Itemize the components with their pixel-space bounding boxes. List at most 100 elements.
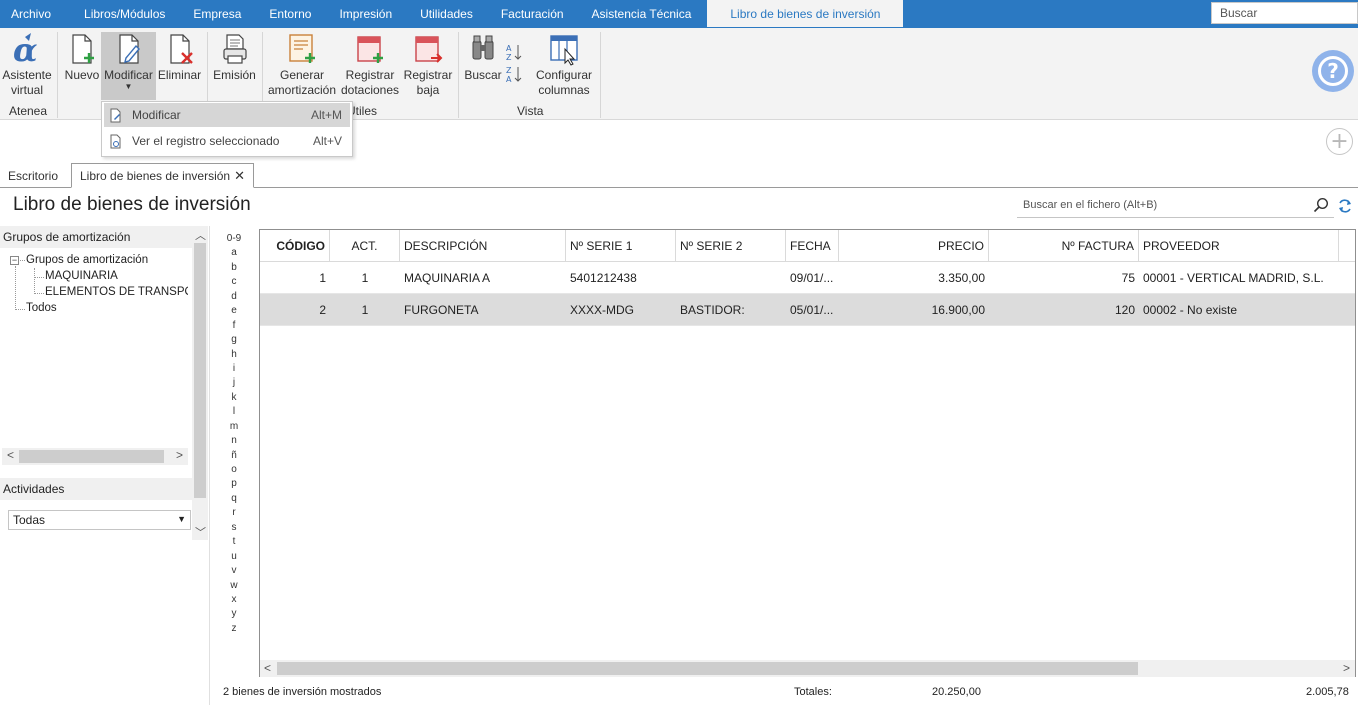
generar-amortizacion-button[interactable]: Generar amortización [268,31,336,98]
group-label-vista: Vista [517,104,544,118]
alphabet-letter[interactable]: p [220,477,248,491]
column-header-codigo[interactable]: CÓDIGO [260,230,330,262]
scrollbar-thumb[interactable] [19,450,164,463]
registrar-dotaciones-button[interactable]: Registrar dotaciones [341,31,399,98]
registrar-baja-button[interactable]: Registrar baja [402,31,454,98]
tree-node-grupos-amortizacion[interactable]: Grupos de amortización [26,254,148,266]
column-header-factura[interactable]: Nº FACTURA [989,230,1139,262]
menu-entorno[interactable]: Entorno [258,0,322,28]
alphabet-letter[interactable]: w [220,579,248,593]
configurar-columnas-button[interactable]: Configurar columnas [535,31,593,98]
alphabet-letter[interactable]: j [220,376,248,390]
alphabet-letter[interactable]: a [220,246,248,260]
alphabet-letter[interactable]: d [220,290,248,304]
menu-libros-modulos[interactable]: Libros/Módulos [73,0,176,28]
table-row[interactable]: 2 1 FURGONETA XXXX-MDG BASTIDOR: 05/01/.… [260,294,1355,326]
tab-libro-bienes-inversion[interactable]: Libro de bienes de inversión ✕ [71,163,255,188]
column-header-act[interactable]: ACT. [330,230,400,262]
alphabet-letter[interactable]: 0-9 [220,232,248,246]
eliminar-button[interactable]: Eliminar [157,31,202,83]
actividades-select[interactable]: Todas ▼ [8,510,191,530]
alphabet-letter[interactable]: z [220,622,248,636]
column-header-descripcion[interactable]: DESCRIPCIÓN [400,230,566,262]
record-count: 2 bienes de inversión mostrados [223,686,382,698]
search-icon[interactable] [1313,197,1329,213]
column-header-serie1[interactable]: Nº SERIE 1 [566,230,676,262]
print-icon [222,34,247,64]
nuevo-button[interactable]: Nuevo [63,31,101,83]
column-header-precio[interactable]: PRECIO [839,230,989,262]
total-factura: 2.005,78 [1306,686,1349,698]
alphabet-letter[interactable]: c [220,275,248,289]
alphabet-letter[interactable]: u [220,550,248,564]
tree-collapse-icon[interactable]: − [10,256,19,265]
scroll-right-icon[interactable]: > [1343,661,1350,675]
modificar-button[interactable]: Modificar ▼ [101,32,156,100]
tree-horizontal-scrollbar[interactable]: < > [2,448,188,465]
menu-asistencia-tecnica[interactable]: Asistencia Técnica [581,0,703,28]
alphabet-letter[interactable]: x [220,593,248,607]
alphabet-vertical-scrollbar[interactable]: ︿ ﹀ [192,226,208,540]
grid-horizontal-scrollbar[interactable]: < > [260,660,1355,677]
tree-node-elementos-transporte[interactable]: ELEMENTOS DE TRANSPORT [45,286,188,298]
alphabet-letter[interactable]: ñ [220,449,248,463]
chevron-down-icon: ▼ [177,514,186,524]
refresh-icon[interactable] [1337,198,1353,214]
scrollbar-thumb[interactable] [277,662,1138,675]
menu-utilidades[interactable]: Utilidades [409,0,484,28]
alphabet-letter[interactable]: l [220,405,248,419]
table-row[interactable]: 1 1 MAQUINARIA A 5401212438 09/01/... 3.… [260,262,1355,294]
menu-archivo[interactable]: Archivo [0,0,62,28]
column-header-fecha[interactable]: FECHA [786,230,839,262]
alphabet-letter[interactable]: v [220,564,248,578]
menu-libro-bienes-inversion[interactable]: Libro de bienes de inversión [707,0,904,27]
cell-precio: 16.900,00 [931,303,985,317]
tab-escritorio[interactable]: Escritorio [8,163,58,188]
scroll-right-icon[interactable]: > [176,448,183,462]
sort-button[interactable]: A Z Z A [504,42,524,87]
alphabet-letter[interactable]: y [220,607,248,621]
help-button[interactable]: ? [1312,50,1354,92]
alphabet-letter[interactable]: g [220,333,248,347]
menu-facturacion[interactable]: Facturación [490,0,575,28]
help-icon: ? [1318,56,1348,86]
alphabet-letter[interactable]: t [220,535,248,549]
file-search-input[interactable]: Buscar en el fichero (Alt+B) [1017,194,1334,218]
scroll-left-icon[interactable]: < [7,448,14,462]
ribbon-separator [600,32,601,118]
buscar-button[interactable]: Buscar [463,31,503,83]
close-tab-icon[interactable]: ✕ [234,168,245,184]
column-header-proveedor[interactable]: PROVEEDOR [1139,230,1339,262]
alphabet-letter[interactable]: i [220,362,248,376]
add-panel-button[interactable]: + [1326,128,1353,155]
menu-impresion[interactable]: Impresión [328,0,403,28]
emision-button[interactable]: Emisión [212,31,257,83]
menu-item-modificar[interactable]: Modificar Alt+M [104,103,350,127]
alphabet-letter[interactable]: n [220,434,248,448]
tree-node-todos[interactable]: Todos [26,302,57,314]
scroll-down-icon[interactable]: ﹀ [195,524,206,540]
alphabet-letter[interactable]: o [220,463,248,477]
menu-item-ver-registro[interactable]: Ver el registro seleccionado Alt+V [104,129,350,153]
delete-document-icon [169,34,193,64]
alphabet-letter[interactable]: q [220,492,248,506]
asistente-virtual-button[interactable]: α Asistente virtual [2,31,51,98]
alphabet-letter[interactable]: f [220,319,248,333]
alphabet-letter[interactable]: s [220,521,248,535]
alphabet-letter[interactable]: r [220,506,248,520]
scroll-up-icon[interactable]: ︿ [195,227,206,243]
scroll-left-icon[interactable]: < [264,661,271,675]
cell-factura: 75 [1121,271,1135,285]
alphabet-letter[interactable]: h [220,348,248,362]
alphabet-letter[interactable]: k [220,391,248,405]
generar-amortizacion-label: Generar amortización [267,68,337,97]
global-search-input[interactable]: Buscar [1211,2,1358,24]
column-header-serie2[interactable]: Nº SERIE 2 [676,230,786,262]
alphabet-letter[interactable]: e [220,304,248,318]
alphabet-letter[interactable]: m [220,420,248,434]
alphabet-letter[interactable]: b [220,261,248,275]
menu-empresa[interactable]: Empresa [182,0,252,28]
tree-node-maquinaria[interactable]: MAQUINARIA [45,270,118,282]
scrollbar-thumb[interactable] [194,243,206,498]
chevron-down-icon: ▼ [124,82,133,91]
